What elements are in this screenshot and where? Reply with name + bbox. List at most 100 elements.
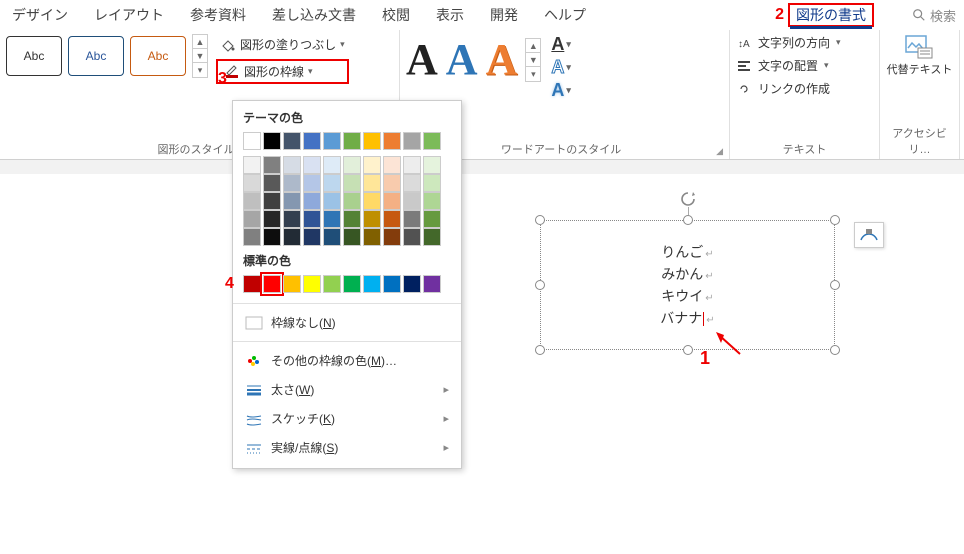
color-swatch[interactable]: [303, 156, 321, 174]
color-swatch[interactable]: [303, 210, 321, 228]
color-swatch[interactable]: [403, 210, 421, 228]
color-swatch[interactable]: [423, 228, 441, 246]
color-swatch[interactable]: [243, 228, 261, 246]
color-swatch[interactable]: [283, 228, 301, 246]
color-swatch[interactable]: [403, 192, 421, 210]
color-swatch[interactable]: [363, 174, 381, 192]
layout-options-button[interactable]: [854, 222, 884, 248]
shape-style-thumb-1[interactable]: Abc: [6, 36, 62, 76]
color-swatch[interactable]: [303, 174, 321, 192]
color-swatch[interactable]: [423, 192, 441, 210]
color-swatch[interactable]: [383, 228, 401, 246]
gallery-up-icon[interactable]: ▲: [193, 35, 207, 49]
color-swatch[interactable]: [303, 192, 321, 210]
resize-handle-bl[interactable]: [535, 345, 545, 355]
color-swatch[interactable]: [343, 174, 361, 192]
color-swatch[interactable]: [403, 275, 421, 293]
menu-shape-format[interactable]: 図形の書式: [788, 3, 874, 27]
search-field[interactable]: 検索: [912, 6, 956, 25]
gallery-more-icon[interactable]: ▾: [193, 63, 207, 77]
color-swatch[interactable]: [283, 174, 301, 192]
color-swatch[interactable]: [383, 210, 401, 228]
color-swatch[interactable]: [323, 228, 341, 246]
text-effects-button[interactable]: A▾: [549, 80, 573, 101]
menu-developer[interactable]: 開発: [486, 3, 522, 27]
color-swatch[interactable]: [383, 275, 401, 293]
gallery-scroll[interactable]: ▲ ▼ ▾: [192, 34, 208, 78]
gallery-down-icon[interactable]: ▼: [526, 53, 540, 67]
resize-handle-br[interactable]: [830, 345, 840, 355]
color-swatch[interactable]: [243, 210, 261, 228]
color-swatch[interactable]: [263, 132, 281, 150]
shape-fill-button[interactable]: 図形の塗りつぶし ▾: [216, 34, 349, 55]
color-swatch[interactable]: [303, 132, 321, 150]
color-swatch[interactable]: [303, 275, 321, 293]
shape-style-thumb-3[interactable]: Abc: [130, 36, 186, 76]
color-swatch[interactable]: [243, 174, 261, 192]
resize-handle-tm[interactable]: [683, 215, 693, 225]
selected-textbox[interactable]: りんご みかん キウイ バナナ: [540, 220, 835, 350]
color-swatch[interactable]: [363, 275, 381, 293]
color-swatch[interactable]: [403, 228, 421, 246]
color-swatch[interactable]: [283, 210, 301, 228]
resize-handle-tr[interactable]: [830, 215, 840, 225]
more-outline-colors-item[interactable]: その他の枠線の色(M)…: [243, 346, 451, 375]
wordart-thumb-2[interactable]: A: [446, 34, 478, 85]
menu-view[interactable]: 表示: [432, 3, 468, 27]
dashes-item[interactable]: 実線/点線(S)▸: [243, 433, 451, 462]
color-swatch[interactable]: [263, 174, 281, 192]
color-swatch[interactable]: [423, 174, 441, 192]
color-swatch[interactable]: [263, 192, 281, 210]
color-swatch[interactable]: [323, 210, 341, 228]
color-swatch[interactable]: [303, 228, 321, 246]
color-swatch[interactable]: [383, 174, 401, 192]
gallery-up-icon[interactable]: ▲: [526, 39, 540, 53]
text-outline-button[interactable]: A▾: [549, 57, 573, 78]
color-swatch[interactable]: [383, 132, 401, 150]
color-swatch[interactable]: [263, 228, 281, 246]
color-swatch[interactable]: [283, 156, 301, 174]
create-link-button[interactable]: リンクの作成: [736, 80, 841, 97]
color-swatch[interactable]: [403, 132, 421, 150]
color-swatch[interactable]: [343, 156, 361, 174]
color-swatch[interactable]: [283, 192, 301, 210]
color-swatch[interactable]: [283, 132, 301, 150]
color-swatch[interactable]: [423, 132, 441, 150]
color-swatch[interactable]: [363, 210, 381, 228]
color-swatch[interactable]: [323, 275, 341, 293]
color-swatch[interactable]: [363, 192, 381, 210]
rotation-handle[interactable]: [679, 190, 697, 208]
gallery-down-icon[interactable]: ▼: [193, 49, 207, 63]
color-swatch[interactable]: [323, 192, 341, 210]
color-swatch[interactable]: [263, 156, 281, 174]
menu-review[interactable]: 校閲: [378, 3, 414, 27]
color-swatch[interactable]: [403, 174, 421, 192]
weight-item[interactable]: 太さ(W)▸: [243, 375, 451, 404]
color-swatch[interactable]: [283, 275, 301, 293]
wordart-thumb-1[interactable]: A: [406, 34, 438, 85]
menu-help[interactable]: ヘルプ: [540, 3, 590, 27]
menu-design[interactable]: デザイン: [8, 3, 72, 27]
wordart-gallery-scroll[interactable]: ▲ ▼ ▾: [525, 38, 541, 82]
wordart-gallery[interactable]: A A A ▲ ▼ ▾: [406, 34, 541, 85]
color-swatch[interactable]: [343, 275, 361, 293]
color-swatch[interactable]: [383, 156, 401, 174]
shape-style-gallery[interactable]: Abc Abc Abc ▲ ▼ ▾: [6, 34, 208, 78]
no-outline-item[interactable]: 枠線なし(N): [243, 308, 451, 337]
color-swatch[interactable]: [343, 210, 361, 228]
gallery-more-icon[interactable]: ▾: [526, 67, 540, 81]
color-swatch[interactable]: [243, 192, 261, 210]
shape-style-thumb-2[interactable]: Abc: [68, 36, 124, 76]
menu-references[interactable]: 参考資料: [186, 3, 250, 27]
color-swatch[interactable]: [423, 275, 441, 293]
color-swatch[interactable]: [423, 210, 441, 228]
color-swatch[interactable]: [243, 156, 261, 174]
resize-handle-tl[interactable]: [535, 215, 545, 225]
color-swatch[interactable]: [363, 228, 381, 246]
color-swatch[interactable]: [243, 132, 261, 150]
color-swatch[interactable]: [323, 132, 341, 150]
menu-layout[interactable]: レイアウト: [90, 3, 168, 27]
color-swatch[interactable]: [343, 132, 361, 150]
resize-handle-ml[interactable]: [535, 280, 545, 290]
resize-handle-bm[interactable]: [683, 345, 693, 355]
